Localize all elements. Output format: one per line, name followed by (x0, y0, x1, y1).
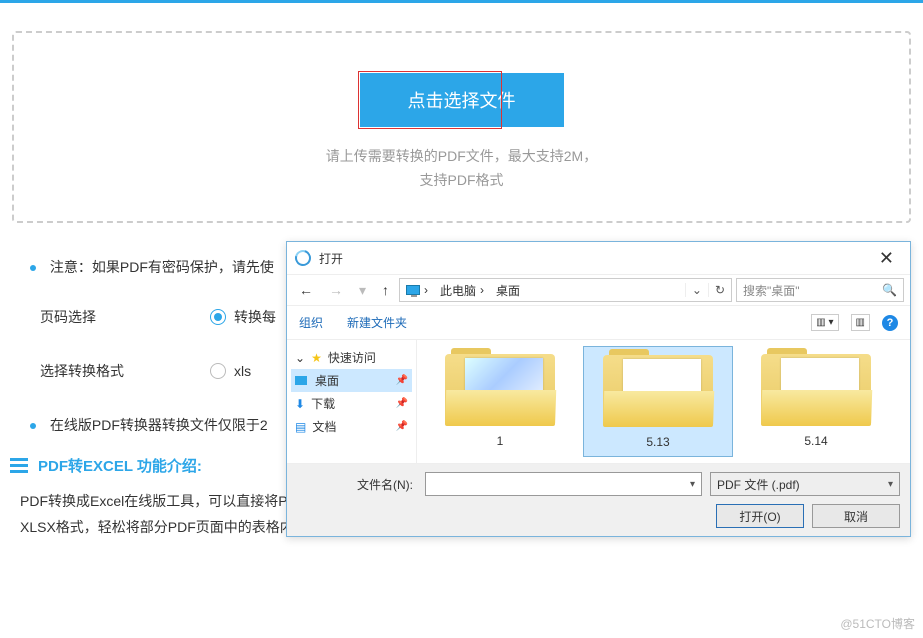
radio-convert-all[interactable]: 转换每 (210, 307, 276, 327)
folder-label: 1 (429, 434, 571, 448)
pages-label: 页码选择 (40, 307, 210, 327)
nav-recent-icon[interactable]: ▾ (353, 282, 372, 299)
radio-dot-unselected-icon (210, 363, 226, 379)
tree-documents[interactable]: ▤ 文档 📌 (291, 415, 412, 438)
select-file-button[interactable]: 点击选择文件 (360, 73, 564, 127)
select-file-label: 点击选择文件 (408, 91, 516, 111)
close-icon[interactable]: ✕ (871, 248, 902, 269)
search-icon: 🔍 (882, 283, 897, 297)
desktop-icon (295, 376, 307, 385)
nav-up-icon[interactable]: ↑ (376, 282, 395, 298)
pin-icon: 📌 (396, 421, 408, 432)
upload-dropzone[interactable]: 点击选择文件 请上传需要转换的PDF文件，最大支持2M， 支持PDF格式 (12, 31, 911, 223)
document-icon: ▤ (295, 420, 306, 434)
radio-convert-all-label: 转换每 (234, 307, 276, 327)
dialog-button-row: 打开(O) 取消 (297, 504, 900, 528)
help-icon[interactable]: ? (882, 315, 898, 331)
file-open-dialog: 打开 ✕ ← → ▾ ↑ › 此电脑 › 桌面 ⌄ ↻ 搜索"桌面" 🔍 组织 … (286, 241, 911, 537)
dialog-titlebar[interactable]: 打开 ✕ (287, 242, 910, 274)
folder-item[interactable]: 1 (425, 346, 575, 457)
folder-label: 5.14 (745, 434, 887, 448)
search-placeholder: 搜索"桌面" (743, 282, 800, 299)
preview-pane-button[interactable]: ▥ (851, 314, 870, 331)
top-accent-bar (0, 0, 923, 3)
new-folder-button[interactable]: 新建文件夹 (347, 314, 407, 331)
address-dropdown-icon[interactable]: ⌄ (685, 283, 708, 297)
download-icon: ⬇ (295, 397, 305, 411)
upload-hint-line2: 支持PDF格式 (14, 169, 909, 193)
filename-input[interactable] (425, 472, 702, 496)
tree-downloads-label: 下载 (311, 395, 335, 412)
nav-forward-icon[interactable]: → (323, 282, 349, 298)
pin-icon: 📌 (396, 375, 408, 386)
folder-grid[interactable]: 1 5.13 5.14 (417, 340, 910, 463)
dialog-footer: 文件名(N): PDF 文件 (.pdf) 打开(O) 取消 (287, 463, 910, 536)
dialog-toolbar: 组织 新建文件夹 ▥ ▾ ▥ ? (287, 306, 910, 340)
dialog-body: ⌄ ★ 快速访问 桌面 📌 ⬇ 下载 📌 ▤ 文档 📌 (287, 340, 910, 463)
filetype-value: PDF 文件 (.pdf) (717, 476, 800, 493)
address-right-controls: ⌄ ↻ (685, 283, 731, 297)
radio-dot-selected-icon (210, 309, 226, 325)
cancel-button[interactable]: 取消 (812, 504, 900, 528)
filename-label: 文件名(N): (297, 476, 417, 493)
folder-item[interactable]: 5.13 (583, 346, 733, 457)
view-mode-button[interactable]: ▥ ▾ (811, 314, 838, 331)
password-note-text: 注意：如果PDF有密码保护，请先使 (50, 259, 274, 275)
folder-icon (445, 354, 555, 426)
upload-hint-line1: 请上传需要转换的PDF文件，最大支持2M， (14, 145, 909, 169)
app-ring-icon (292, 247, 314, 269)
filetype-select[interactable]: PDF 文件 (.pdf) (710, 472, 900, 496)
upload-hint: 请上传需要转换的PDF文件，最大支持2M， 支持PDF格式 (14, 145, 909, 193)
tree-quick-access[interactable]: ⌄ ★ 快速访问 (291, 346, 412, 369)
folder-icon (603, 355, 713, 427)
star-icon: ★ (311, 351, 322, 365)
tree-desktop-label: 桌面 (315, 372, 339, 389)
format-label: 选择转换格式 (40, 361, 210, 381)
address-refresh-icon[interactable]: ↻ (708, 283, 731, 297)
chevron-down-icon: ⌄ (295, 351, 305, 365)
pin-icon: 📌 (396, 398, 408, 409)
nav-back-icon[interactable]: ← (293, 282, 319, 298)
tree-desktop[interactable]: 桌面 📌 (291, 369, 412, 392)
radio-xls[interactable]: xls (210, 363, 251, 379)
tree-downloads[interactable]: ⬇ 下载 📌 (291, 392, 412, 415)
limit-note-text: 在线版PDF转换器转换文件仅限于2 (50, 417, 268, 433)
search-input[interactable]: 搜索"桌面" 🔍 (736, 278, 904, 302)
monitor-icon (406, 285, 420, 295)
dialog-title: 打开 (319, 250, 871, 267)
bullet-icon (30, 265, 36, 271)
filename-row: 文件名(N): PDF 文件 (.pdf) (297, 472, 900, 496)
folder-icon (761, 354, 871, 426)
address-seg-desktop[interactable]: 桌面 (490, 282, 526, 299)
address-root[interactable]: › (400, 283, 434, 297)
watermark: @51CTO博客 (840, 615, 915, 632)
section-title-text: PDF转EXCEL 功能介绍: (38, 455, 202, 476)
open-button[interactable]: 打开(O) (716, 504, 804, 528)
address-seg-pc[interactable]: 此电脑 › (434, 282, 490, 299)
folder-item[interactable]: 5.14 (741, 346, 891, 457)
nav-tree: ⌄ ★ 快速访问 桌面 📌 ⬇ 下载 📌 ▤ 文档 📌 (287, 340, 417, 463)
dialog-nav-bar: ← → ▾ ↑ › 此电脑 › 桌面 ⌄ ↻ 搜索"桌面" 🔍 (287, 274, 910, 306)
folder-label: 5.13 (588, 435, 728, 449)
tree-documents-label: 文档 (312, 418, 336, 435)
organize-menu[interactable]: 组织 (299, 314, 323, 331)
radio-xls-label: xls (234, 363, 251, 379)
address-bar[interactable]: › 此电脑 › 桌面 ⌄ ↻ (399, 278, 732, 302)
list-icon (10, 458, 28, 473)
tree-quick-label: 快速访问 (328, 349, 376, 366)
bullet-icon (30, 423, 36, 429)
